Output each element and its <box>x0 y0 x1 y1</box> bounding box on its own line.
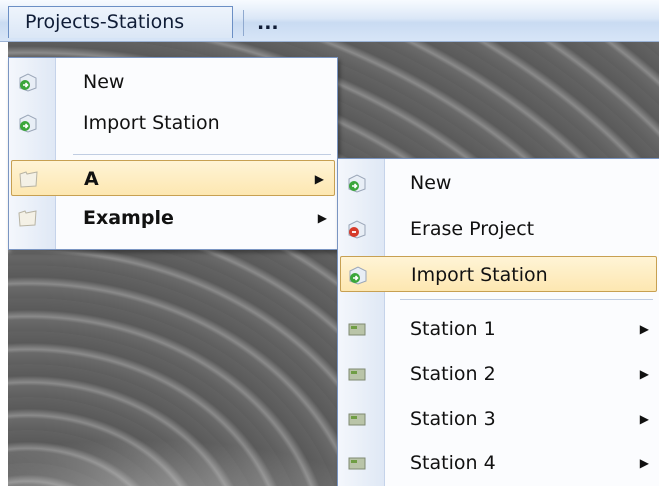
submenu-item-station-1[interactable]: Station 1 ▶ <box>338 311 659 347</box>
import-green-arrow-icon <box>19 114 37 133</box>
submenu-arrow-icon: ▶ <box>314 172 324 186</box>
menubar-overflow[interactable]: ... <box>257 8 279 38</box>
project-a-submenu: New Erase Project Import Station Station… <box>337 158 659 486</box>
menu-item-label: Import Station <box>411 264 548 286</box>
menubar: Projects-Stations ... <box>0 0 659 42</box>
submenu-arrow-icon: ▶ <box>639 367 649 381</box>
submenu-item-new[interactable]: New <box>338 165 659 201</box>
menu-divider <box>400 299 653 300</box>
menu-item-label: New <box>83 71 125 93</box>
submenu-arrow-icon: ▶ <box>639 456 649 470</box>
submenu-item-station-2[interactable]: Station 2 ▶ <box>338 356 659 392</box>
menu-item-new[interactable]: New <box>9 64 337 100</box>
menu-item-label: A <box>84 168 99 190</box>
menu-item-label: New <box>410 172 452 194</box>
menu-divider <box>73 154 331 155</box>
submenu-arrow-icon: ▶ <box>317 211 327 225</box>
menu-item-label: Example <box>83 207 174 229</box>
folder-icon <box>18 210 37 227</box>
import-green-arrow-icon <box>349 266 367 285</box>
station-icon <box>348 413 366 426</box>
submenu-item-erase-project[interactable]: Erase Project <box>338 211 659 247</box>
menu-item-a[interactable]: A ▶ <box>11 160 335 196</box>
menu-item-example[interactable]: Example ▶ <box>9 200 337 236</box>
new-green-arrow-icon <box>348 174 366 193</box>
menu-item-label: Station 2 <box>410 363 496 385</box>
menu-item-label: Station 1 <box>410 318 496 340</box>
menu-projects-stations[interactable]: Projects-Stations <box>8 6 233 38</box>
menu-item-label: Station 3 <box>410 408 496 430</box>
folder-icon <box>19 171 38 188</box>
submenu-arrow-icon: ▶ <box>639 322 649 336</box>
projects-stations-menu: New Import Station A ▶ Example ▶ <box>8 57 338 250</box>
submenu-item-station-4[interactable]: Station 4 ▶ <box>338 445 659 481</box>
menu-item-label: Station 4 <box>410 452 496 474</box>
menu-item-import-station[interactable]: Import Station <box>9 105 337 141</box>
submenu-item-import-station[interactable]: Import Station <box>340 256 657 292</box>
menu-item-label: Erase Project <box>410 218 535 240</box>
station-icon <box>348 368 366 381</box>
new-green-arrow-icon <box>19 73 37 92</box>
menu-item-label: Import Station <box>83 112 220 134</box>
erase-red-icon <box>348 220 366 239</box>
station-icon <box>348 323 366 336</box>
submenu-item-station-3[interactable]: Station 3 ▶ <box>338 401 659 437</box>
menubar-separator <box>243 10 244 36</box>
station-icon <box>348 457 366 470</box>
submenu-arrow-icon: ▶ <box>639 412 649 426</box>
